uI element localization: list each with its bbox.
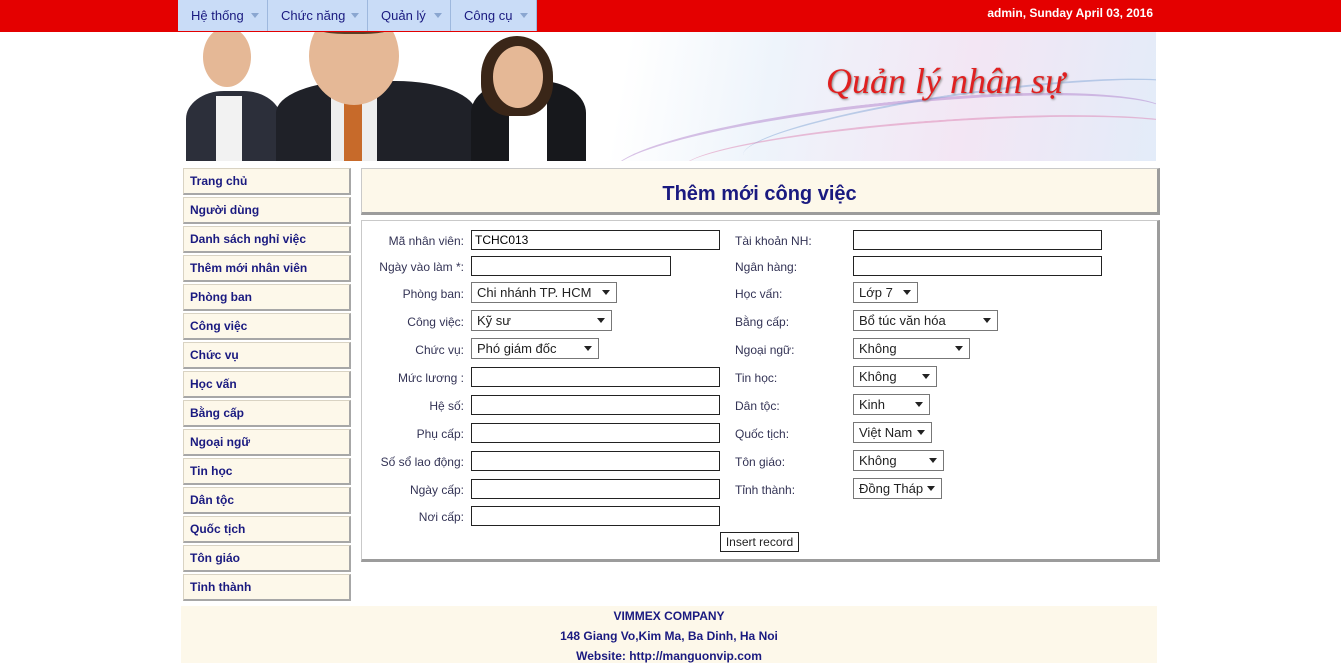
ma-nhan-vien-input[interactable]: TCHC013 <box>471 230 720 250</box>
phu-cap-input[interactable] <box>471 423 720 443</box>
chevron-down-icon <box>520 13 528 18</box>
menu-he-thong[interactable]: Hệ thống <box>178 0 268 31</box>
quoc-tich-select[interactable]: Việt Nam <box>853 422 932 443</box>
dropdown-arrow-icon <box>903 290 911 295</box>
selected-value: Đồng Tháp <box>859 481 924 496</box>
selected-value: Phó giám đốc <box>477 341 557 356</box>
footer: VIMMEX COMPANY 148 Giang Vo,Kim Ma, Ba D… <box>181 606 1157 663</box>
banner-title: Quản lý nhân sự <box>826 61 1065 101</box>
he-so-input[interactable] <box>471 395 720 415</box>
footer-company: VIMMEX COMPANY <box>613 609 725 623</box>
dropdown-arrow-icon <box>983 318 991 323</box>
selected-value: Kinh <box>859 397 886 412</box>
tai-khoan-nh-input[interactable] <box>853 230 1102 250</box>
dropdown-arrow-icon <box>915 402 923 407</box>
label-quoc-tich: Quốc tịch: <box>735 427 790 441</box>
dropdown-arrow-icon <box>917 430 925 435</box>
dropdown-arrow-icon <box>597 318 605 323</box>
menu-label: Quản lý <box>381 8 426 23</box>
sidebar-item-tinh-thanh[interactable]: Tỉnh thành <box>183 574 351 601</box>
ngan-hang-input[interactable] <box>853 256 1102 276</box>
label-ton-giao: Tôn giáo: <box>735 455 786 469</box>
selected-value: Không <box>859 369 897 384</box>
label-ngoai-ngu: Ngoại ngữ: <box>735 343 795 357</box>
label-noi-cap: Nơi cấp: <box>418 510 464 524</box>
label-phu-cap: Phụ cấp: <box>416 427 464 441</box>
selected-value: Không <box>859 341 897 356</box>
selected-value: Bổ túc văn hóa <box>859 313 946 328</box>
ton-giao-select[interactable]: Không <box>853 450 944 471</box>
page-title: Thêm mới công việc <box>662 183 857 205</box>
bang-cap-select[interactable]: Bổ túc văn hóa <box>853 310 998 331</box>
label-tai-khoan-nh: Tài khoản NH: <box>735 234 812 248</box>
label-chuc-vu: Chức vụ: <box>415 343 464 357</box>
chevron-down-icon <box>434 13 442 18</box>
sidebar-item-nguoi-dung[interactable]: Người dùng <box>183 197 351 224</box>
label-ngan-hang: Ngân hàng: <box>735 260 798 274</box>
page-title-box: Thêm mới công việc <box>361 168 1160 215</box>
label-tinh-thanh: Tỉnh thành: <box>735 483 796 497</box>
label-ma-nhan-vien: Mã nhân viên: <box>388 234 464 248</box>
dropdown-arrow-icon <box>929 458 937 463</box>
muc-luong-input[interactable] <box>471 367 720 387</box>
menu-label: Công cụ <box>464 8 513 23</box>
dropdown-arrow-icon <box>927 486 935 491</box>
dan-toc-select[interactable]: Kinh <box>853 394 930 415</box>
selected-value: Chi nhánh TP. HCM <box>477 285 592 300</box>
chuc-vu-select[interactable]: Phó giám đốc <box>471 338 599 359</box>
ngay-vao-lam-input[interactable] <box>471 256 671 276</box>
insert-record-button[interactable]: Insert record <box>720 532 799 552</box>
label-phong-ban: Phòng ban: <box>402 287 464 301</box>
phong-ban-select[interactable]: Chi nhánh TP. HCM <box>471 282 617 303</box>
menu-label: Chức năng <box>281 8 346 23</box>
label-dan-toc: Dân tộc: <box>735 399 780 413</box>
ngay-cap-input[interactable] <box>471 479 720 499</box>
main-menu: Hệ thống Chức năng Quản lý Công cụ <box>178 0 537 31</box>
person-head <box>493 46 543 108</box>
label-so-so-lao-dong: Số sổ lao động: <box>380 455 464 469</box>
selected-value: Việt Nam <box>859 425 913 440</box>
label-cong-viec: Công việc: <box>407 315 464 329</box>
sidebar-item-ton-giao[interactable]: Tôn giáo <box>183 545 351 572</box>
tinh-thanh-select[interactable]: Đồng Tháp <box>853 478 942 499</box>
label-bang-cap: Bằng cấp: <box>735 315 790 329</box>
header-banner: Quản lý nhân sự <box>181 32 1156 161</box>
chevron-down-icon <box>351 13 359 18</box>
label-ngay-vao-lam: Ngày vào làm *: <box>379 260 464 274</box>
dropdown-arrow-icon <box>955 346 963 351</box>
dropdown-arrow-icon <box>584 346 592 351</box>
label-ngay-cap: Ngày cấp: <box>409 483 464 497</box>
menu-quan-ly[interactable]: Quản lý <box>368 0 451 31</box>
dropdown-arrow-icon <box>602 290 610 295</box>
dropdown-arrow-icon <box>922 374 930 379</box>
label-tin-hoc: Tin học: <box>735 371 778 385</box>
menu-chuc-nang[interactable]: Chức năng <box>268 0 368 31</box>
menu-cong-cu[interactable]: Công cụ <box>451 0 537 31</box>
menu-label: Hệ thống <box>191 8 244 23</box>
person-shirt <box>216 96 242 161</box>
label-hoc-van: Học vấn: <box>735 287 783 301</box>
footer-website[interactable]: Website: http://manguonvip.com <box>181 646 1157 666</box>
chevron-down-icon <box>251 13 259 18</box>
person-tie <box>344 101 362 161</box>
user-info: admin, Sunday April 03, 2016 <box>987 6 1153 20</box>
tin-hoc-select[interactable]: Không <box>853 366 937 387</box>
footer-address: 148 Giang Vo,Kim Ma, Ba Dinh, Ha Noi <box>560 629 778 643</box>
label-he-so: Hệ số: <box>429 399 464 413</box>
so-so-lao-dong-input[interactable] <box>471 451 720 471</box>
person-head <box>203 32 251 87</box>
noi-cap-input[interactable] <box>471 506 720 526</box>
label-muc-luong: Mức lương : <box>398 371 464 385</box>
ngoai-ngu-select[interactable]: Không <box>853 338 970 359</box>
selected-value: Lớp 7 <box>859 285 893 300</box>
cong-viec-select[interactable]: Kỹ sư <box>471 310 612 331</box>
hoc-van-select[interactable]: Lớp 7 <box>853 282 918 303</box>
selected-value: Không <box>859 453 897 468</box>
selected-value: Kỹ sư <box>477 313 511 328</box>
sidebar-item-trang-chu[interactable]: Trang chủ <box>183 168 351 195</box>
